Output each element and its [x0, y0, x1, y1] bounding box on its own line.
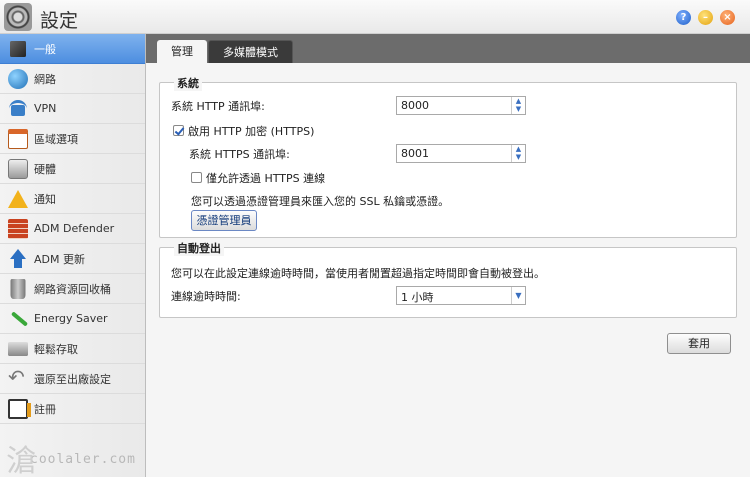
apply-button[interactable]: 套用	[667, 333, 731, 354]
certificate-manager-button[interactable]: 憑證管理員	[191, 210, 257, 231]
vpn-icon	[8, 99, 28, 119]
sidebar-item-label: Energy Saver	[34, 312, 108, 325]
sidebar-item-label: 通知	[34, 192, 56, 206]
sidebar-item-hardware[interactable]: 硬體	[0, 154, 145, 184]
hard-drive-icon	[8, 158, 28, 179]
sidebar-item-vpn[interactable]: VPN	[0, 94, 145, 124]
title-bar: 設定 ? – ×	[0, 0, 750, 34]
sidebar-item-label: 區域選項	[34, 132, 78, 146]
http-port-label: 系統 HTTP 通訊埠:	[171, 100, 265, 113]
cert-hint: 您可以透過憑證管理員來匯入您的 SSL 私鑰或憑證。	[191, 195, 450, 208]
https-only-label: 僅允許透過 HTTPS 連線	[206, 172, 326, 185]
tab-manage[interactable]: 管理	[157, 40, 207, 63]
minimize-button[interactable]: –	[698, 10, 713, 25]
https-only-checkbox[interactable]	[191, 172, 202, 183]
calendar-icon	[8, 128, 28, 149]
auto-logout-hint: 您可以在此設定連線逾時時間，當使用者閒置超過指定時間即會自動被登出。	[171, 267, 545, 280]
sidebar-item-label: 還原至出廠設定	[34, 372, 111, 386]
sidebar-item-recycle-bin[interactable]: 網路資源回收桶	[0, 274, 145, 304]
sidebar-item-general[interactable]: 一般	[0, 34, 145, 64]
printer-icon	[8, 341, 28, 356]
sidebar-item-label: ADM 更新	[34, 252, 85, 266]
globe-icon	[8, 68, 28, 89]
sidebar-item-label: ADM Defender	[34, 222, 115, 235]
window-title: 設定	[40, 10, 79, 32]
https-port-label: 系統 HTTPS 通訊埠:	[189, 148, 290, 161]
sidebar-item-factory-reset[interactable]: 還原至出廠設定	[0, 364, 145, 394]
http-port-value: 8000	[401, 99, 429, 112]
auto-logout-legend: 自動登出	[174, 240, 224, 256]
update-arrow-icon	[8, 248, 28, 269]
sidebar: 一般 網路 VPN 區域選項 硬體 通知 ADM Defender ADM 更新…	[0, 34, 146, 477]
timeout-select[interactable]: 1 小時 ▼	[396, 286, 526, 305]
tab-multimedia-mode[interactable]: 多媒體模式	[208, 40, 293, 63]
main-content: 系統 系統 HTTP 通訊埠: 8000 ▲ ▼ 啟用 HTTP 加密 (HTTP…	[146, 63, 750, 477]
watermark-mark: 滄	[6, 444, 37, 477]
https-enable-label: 啟用 HTTP 加密 (HTTPS)	[188, 125, 315, 138]
warning-icon	[8, 189, 28, 208]
http-port-stepper[interactable]: 8000 ▲ ▼	[396, 96, 526, 115]
sidebar-item-label: 註冊	[34, 402, 56, 416]
watermark-text: coolaler.com	[30, 452, 136, 467]
register-icon	[8, 398, 31, 419]
close-button[interactable]: ×	[720, 10, 735, 25]
app-logo	[4, 3, 32, 31]
restore-icon	[8, 365, 28, 389]
sidebar-item-network[interactable]: 網路	[0, 64, 145, 94]
sidebar-item-adm-update[interactable]: ADM 更新	[0, 244, 145, 274]
https-port-stepper[interactable]: 8001 ▲ ▼	[396, 144, 526, 163]
server-icon	[10, 40, 26, 57]
energy-icon	[8, 309, 28, 329]
https-enable-checkbox[interactable]	[173, 125, 184, 136]
timeout-label: 連線逾時時間:	[171, 290, 241, 303]
sidebar-item-label: 網路	[34, 72, 56, 86]
sidebar-item-adm-defender[interactable]: ADM Defender	[0, 214, 145, 244]
sidebar-item-label: VPN	[34, 102, 57, 115]
stepper-arrows[interactable]: ▲ ▼	[511, 145, 525, 162]
auto-logout-group: 自動登出 您可以在此設定連線逾時時間，當使用者閒置超過指定時間即會自動被登出。 …	[159, 240, 737, 318]
firewall-icon	[8, 218, 28, 239]
stepper-arrows[interactable]: ▲ ▼	[511, 97, 525, 114]
sidebar-item-register[interactable]: 註冊	[0, 394, 145, 424]
system-group: 系統 系統 HTTP 通訊埠: 8000 ▲ ▼ 啟用 HTTP 加密 (HTTP…	[159, 75, 737, 238]
recycle-bin-icon	[10, 278, 26, 299]
sidebar-item-label: 一般	[34, 42, 56, 56]
system-legend: 系統	[174, 75, 202, 91]
timeout-value: 1 小時	[401, 291, 434, 304]
sidebar-item-regional[interactable]: 區域選項	[0, 124, 145, 154]
help-button[interactable]: ?	[676, 10, 691, 25]
tab-bar: 管理 多媒體模式	[146, 34, 750, 63]
sidebar-item-label: 輕鬆存取	[34, 342, 78, 356]
https-port-value: 8001	[401, 147, 429, 160]
sidebar-item-label: 硬體	[34, 162, 56, 176]
sidebar-item-easy-access[interactable]: 輕鬆存取	[0, 334, 145, 364]
chevron-down-icon: ▼	[511, 287, 525, 304]
sidebar-item-energy-saver[interactable]: Energy Saver	[0, 304, 145, 334]
sidebar-item-label: 網路資源回收桶	[34, 282, 111, 296]
sidebar-item-notification[interactable]: 通知	[0, 184, 145, 214]
watermark: 滄 coolaler.com	[6, 444, 136, 477]
